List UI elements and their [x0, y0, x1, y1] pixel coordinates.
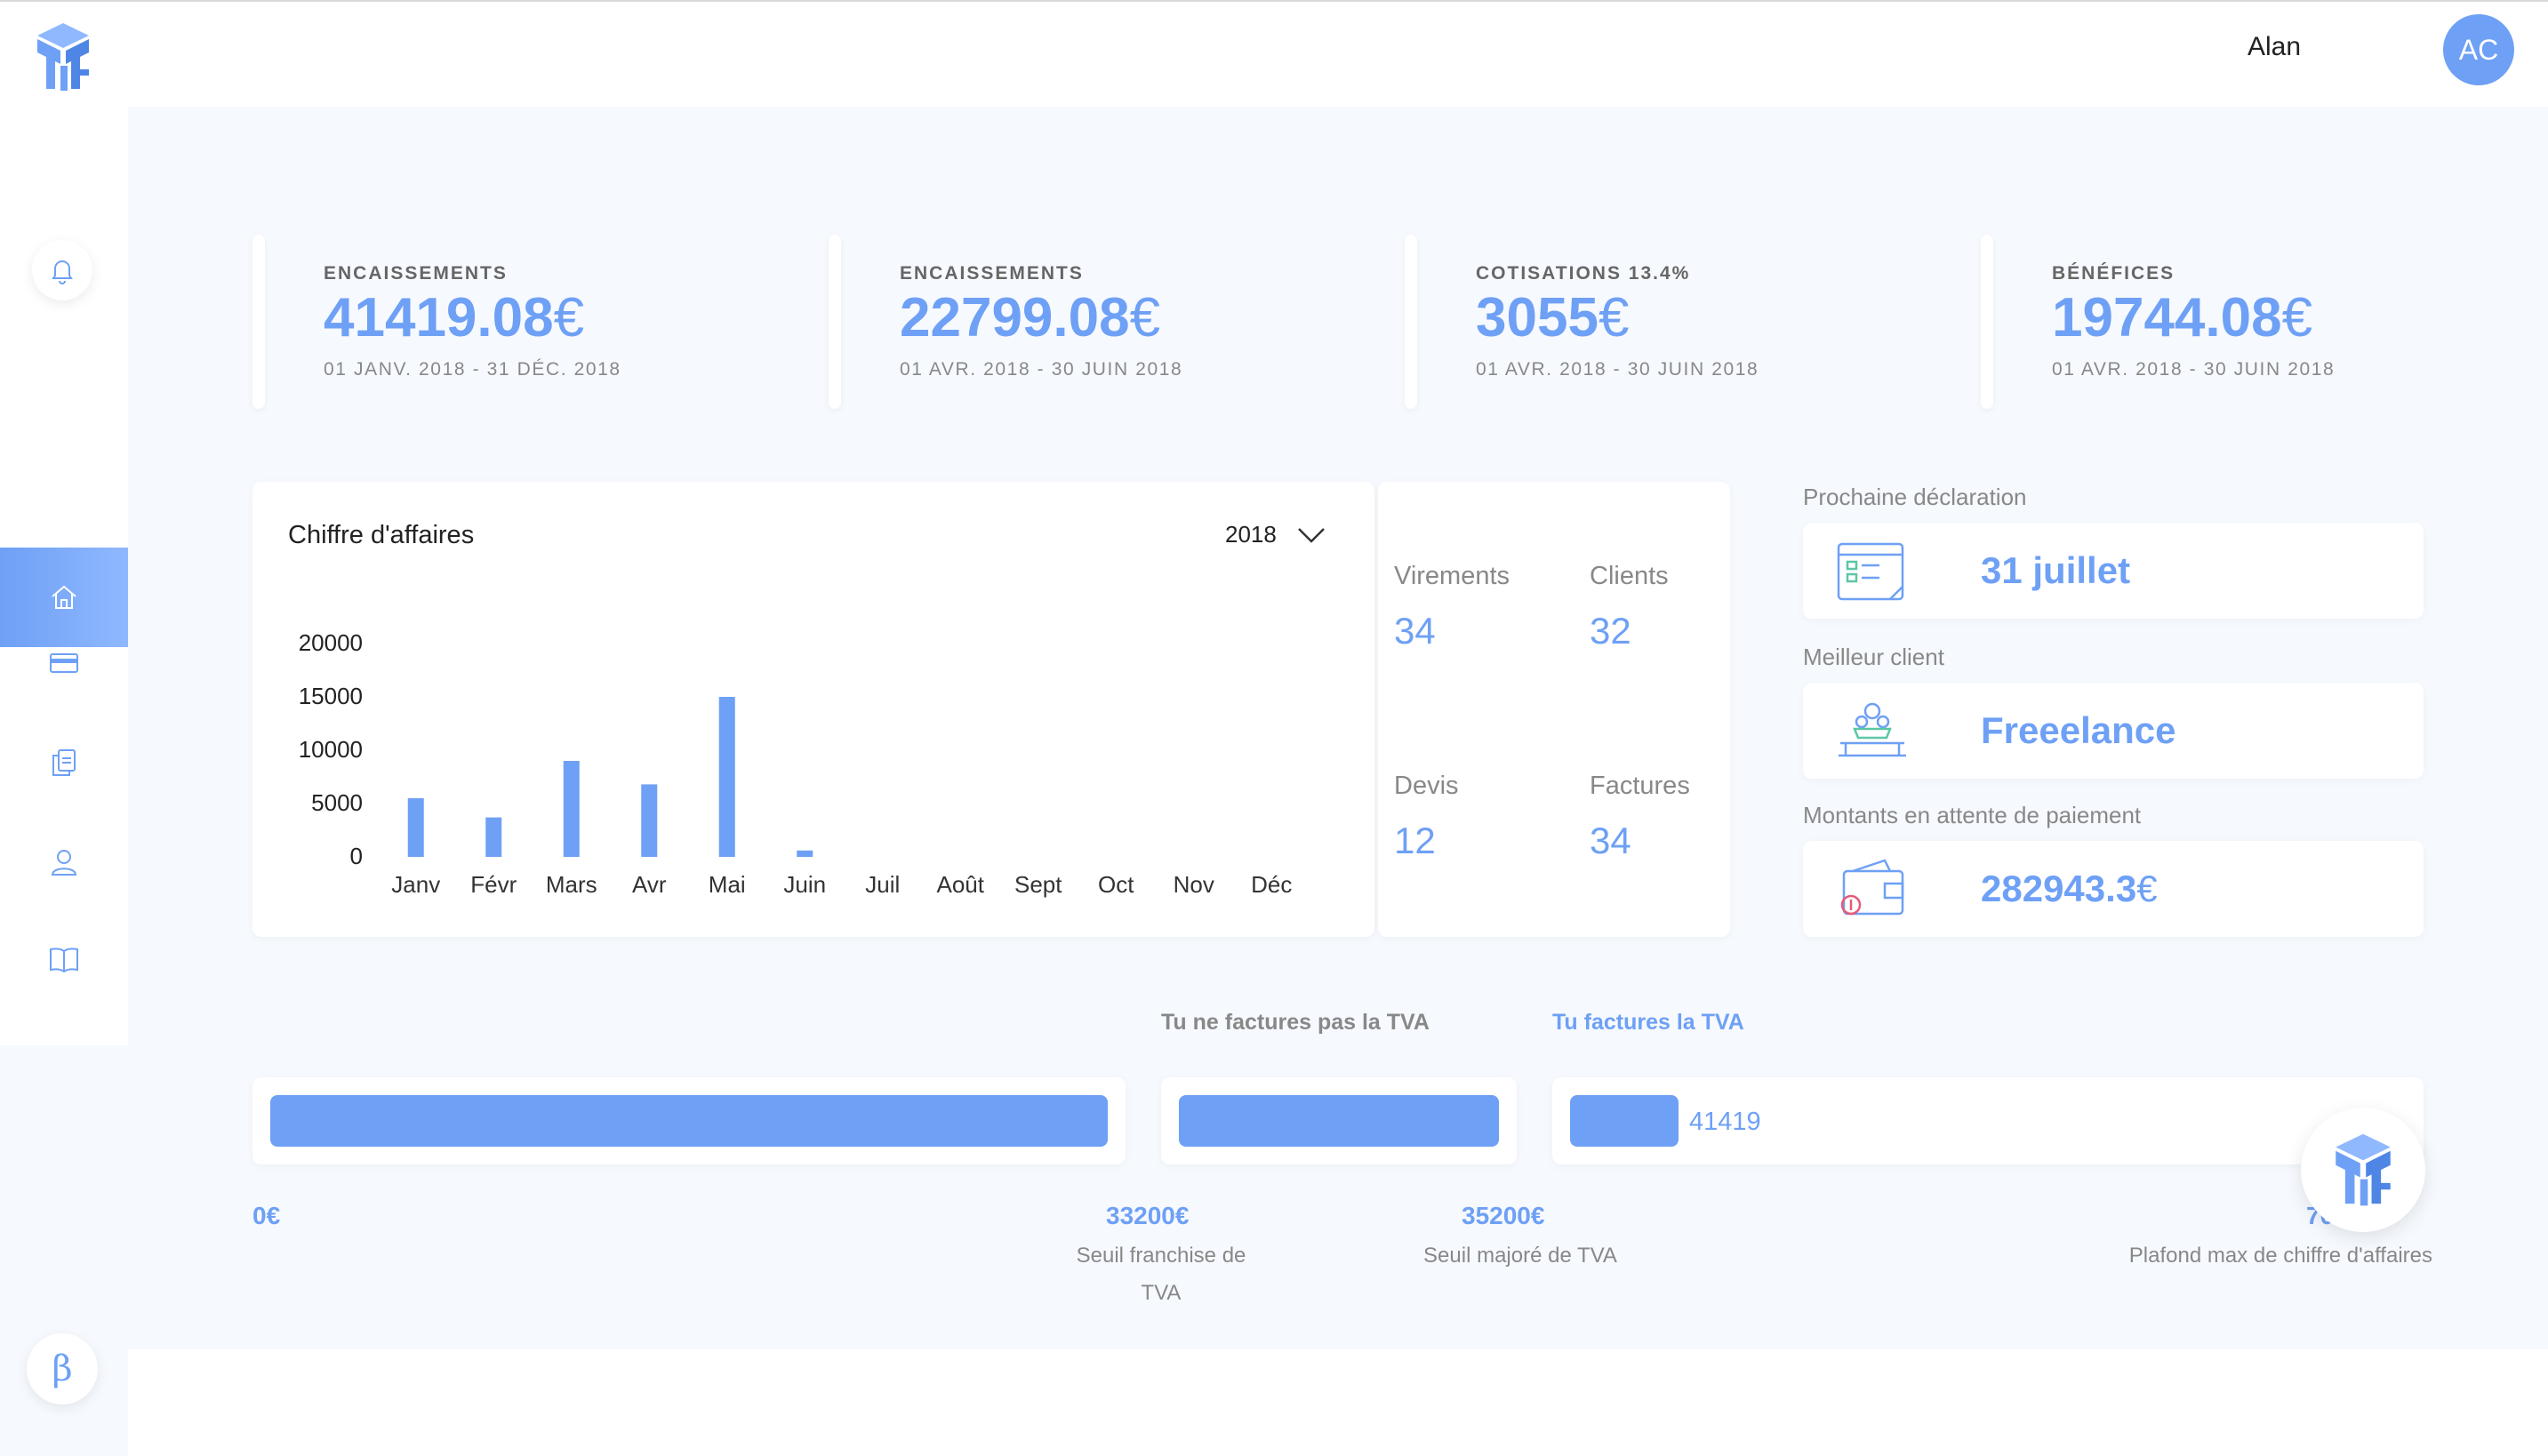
avatar[interactable]: AC — [2443, 14, 2514, 85]
tva-mark-majore-label: Seuil majoré de TVA — [1423, 1244, 1617, 1268]
x-tick-label: Mai — [709, 871, 746, 898]
best-client-label: Meilleur client — [1803, 644, 1944, 670]
sidebar-item-guide[interactable] — [0, 924, 128, 996]
stat-label: BÉNÉFICES — [2052, 263, 2175, 284]
stat-range: 01 AVR. 2018 - 30 JUIN 2018 — [900, 359, 1183, 380]
documents-icon — [52, 749, 76, 776]
credit-card-icon — [50, 653, 78, 673]
stat-value: 19744.08€ — [2052, 287, 2313, 348]
app-logo-icon — [2336, 1133, 2391, 1206]
kpi-label-devis: Devis — [1394, 772, 1459, 800]
x-tick-label: Févr — [470, 871, 517, 898]
x-tick-label: Nov — [1174, 871, 1214, 898]
user-icon — [51, 850, 77, 876]
kpi-label-factures: Factures — [1590, 772, 1690, 800]
bar-mars[interactable] — [563, 761, 580, 857]
tva-track-franchise — [252, 1077, 1126, 1164]
kpi-label-virements: Virements — [1394, 562, 1510, 590]
sidebar: β — [0, 107, 128, 1456]
sidebar-item-documents[interactable] — [0, 727, 128, 798]
stat-card-edge — [1405, 235, 1417, 409]
stat-label: ENCAISSEMENTS — [900, 263, 1084, 284]
bar-avr[interactable] — [641, 784, 658, 857]
y-tick-label: 5000 — [311, 789, 363, 816]
y-tick-label: 10000 — [299, 736, 363, 763]
best-client-card[interactable]: Freeelance — [1803, 683, 2424, 779]
sidebar-item-clients[interactable] — [0, 827, 128, 898]
kpi-value-virements[interactable]: 34 — [1394, 610, 1436, 652]
x-tick-label: Oct — [1098, 871, 1134, 898]
stat-value: 22799.08€ — [900, 287, 1161, 348]
sidebar-item-payments[interactable] — [0, 628, 128, 699]
y-tick-label: 15000 — [299, 683, 363, 709]
bar-févr[interactable] — [485, 817, 502, 857]
kpi-value-devis[interactable]: 12 — [1394, 820, 1436, 862]
tva-caption: Tu factures la TVA — [1552, 1010, 1744, 1035]
bar-mai[interactable] — [718, 697, 735, 857]
revenue-chart-card: Chiffre d'affaires 2018 0 5000 10000 15000 2… — [252, 482, 1374, 937]
x-tick-label: Juil — [865, 871, 900, 898]
stat-value: 41419.08€ — [324, 287, 585, 348]
stat-value: 3055€ — [1476, 287, 1630, 348]
pending-amounts-value: 282943.3€ — [1981, 868, 2158, 909]
wallet-icon — [1840, 859, 1904, 916]
no-tva-caption: Tu ne factures pas la TVA — [1161, 1010, 1430, 1035]
tva-mark-franchise-label: Seuil franchise de TVA — [1076, 1244, 1246, 1305]
x-tick-label: Avr — [632, 871, 667, 898]
top-bar: Alan AC — [0, 2, 2548, 107]
calendar-icon — [1837, 542, 1904, 601]
tva-mark-zero: 0€ — [252, 1202, 281, 1229]
x-tick-label: Déc — [1251, 871, 1292, 898]
notifications-button[interactable] — [32, 240, 92, 300]
stat-label: COTISATIONS 13.4% — [1476, 263, 1691, 284]
tva-current-value: 41419 — [1689, 1108, 1761, 1136]
tva-fill-current — [1570, 1095, 1679, 1147]
y-tick-label: 20000 — [299, 629, 363, 656]
stat-card-edge — [252, 235, 265, 409]
x-tick-label: Juin — [783, 871, 826, 898]
tva-fill-majore — [1179, 1095, 1499, 1147]
revenue-bar-chart: 0 5000 10000 15000 20000 Janv Févr Mars Avr Mai Ju… — [299, 629, 1293, 898]
stat-card-edge — [829, 235, 841, 409]
stat-range: 01 JANV. 2018 - 31 DÉC. 2018 — [324, 359, 621, 380]
user-name[interactable]: Alan — [2248, 32, 2301, 62]
next-declaration-value: 31 juillet — [1981, 549, 2131, 591]
kpi-label-clients: Clients — [1590, 562, 1669, 590]
book-icon — [50, 948, 78, 973]
beta-badge[interactable]: β — [27, 1333, 98, 1404]
pending-amounts-card[interactable]: 282943.3€ — [1803, 841, 2424, 937]
x-tick-label: Sept — [1014, 871, 1062, 898]
tva-mark-franchise: 33200€ — [1106, 1202, 1190, 1229]
tva-track-plafond: 41419 — [1552, 1077, 2424, 1164]
stat-range: 01 AVR. 2018 - 30 JUIN 2018 — [2052, 359, 2336, 380]
help-chat-button[interactable] — [2301, 1108, 2425, 1232]
app-logo[interactable] — [34, 21, 92, 92]
x-tick-label: Août — [937, 871, 985, 898]
y-tick-label: 0 — [350, 843, 363, 869]
bar-juin[interactable] — [797, 850, 813, 857]
best-client-value: Freeelance — [1981, 709, 2176, 751]
tva-fill-franchise — [270, 1095, 1108, 1147]
kpi-value-clients[interactable]: 32 — [1590, 610, 1631, 652]
stat-range: 01 AVR. 2018 - 30 JUIN 2018 — [1476, 359, 1759, 380]
podium-icon — [1839, 702, 1906, 757]
tva-track-majore — [1161, 1077, 1517, 1164]
kpi-value-factures[interactable]: 34 — [1590, 820, 1631, 862]
x-tick-label: Mars — [546, 871, 597, 898]
bar-janv[interactable] — [407, 798, 424, 857]
stat-card-edge — [1981, 235, 1993, 409]
pending-amounts-label: Montants en attente de paiement — [1803, 802, 2142, 828]
next-declaration-card[interactable]: 31 juillet — [1803, 523, 2424, 619]
x-tick-label: Janv — [391, 871, 440, 898]
tva-mark-plafond-label: Plafond max de chiffre d'affaires — [2128, 1244, 2432, 1268]
next-declaration-label: Prochaine déclaration — [1803, 484, 2027, 510]
tva-mark-majore: 35200€ — [1462, 1202, 1545, 1229]
kpi-card: Virements 34 Clients 32 Devis 12 Facture… — [1378, 482, 1730, 937]
bell-icon — [52, 260, 73, 284]
stat-label: ENCAISSEMENTS — [324, 263, 508, 284]
home-icon — [52, 585, 76, 609]
